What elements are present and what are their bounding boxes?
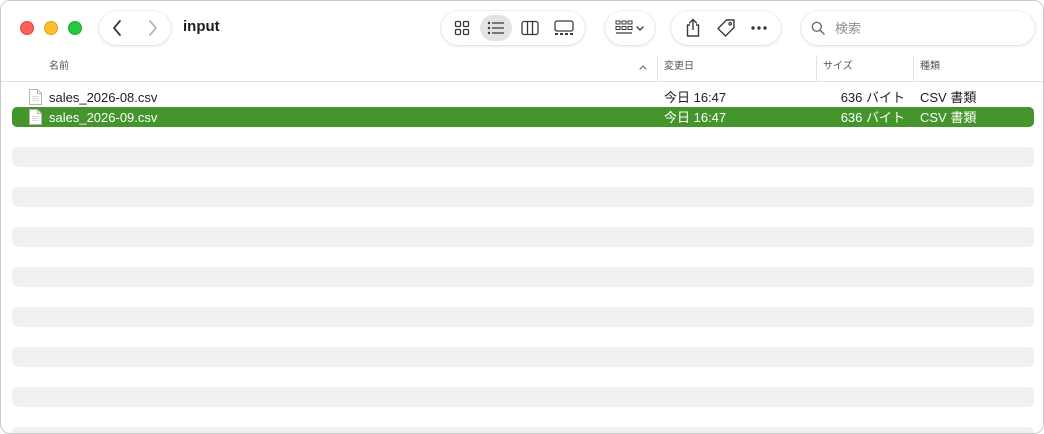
column-name-header[interactable]: 名前	[49, 55, 649, 81]
empty-row-stripe	[12, 427, 1034, 433]
empty-row-stripe	[12, 347, 1034, 367]
search-icon	[811, 20, 827, 36]
file-size: 636 バイト	[840, 110, 905, 125]
file-row[interactable]: sales_2026-08.csv 今日 16:47 636 バイト CSV 書…	[12, 87, 1034, 107]
file-name: sales_2026-08.csv	[49, 90, 158, 105]
icon-view-button[interactable]	[446, 15, 478, 41]
chevron-up-icon[interactable]	[638, 62, 648, 72]
list-icon	[487, 21, 504, 35]
window-title: input	[183, 18, 220, 35]
forward-button[interactable]	[135, 11, 171, 45]
more-button[interactable]	[744, 14, 774, 42]
share-button[interactable]	[678, 14, 708, 42]
actions-group	[671, 11, 781, 45]
gallery-view-button[interactable]	[548, 15, 580, 41]
minimize-button[interactable]	[44, 21, 58, 35]
column-date-header[interactable]: 変更日	[657, 55, 815, 81]
navigation-group	[99, 11, 171, 45]
group-by-menu[interactable]	[605, 11, 655, 45]
grid-icon	[454, 20, 470, 36]
document-icon	[29, 89, 42, 105]
file-size: 636 バイト	[840, 90, 905, 105]
view-mode-group	[441, 11, 585, 45]
chevron-right-icon	[149, 20, 157, 36]
zoom-button[interactable]	[68, 21, 82, 35]
finder-window: input 検索 名前 変更日 サイズ 種類 sales_2026-08.csv…	[0, 0, 1044, 434]
column-header: 名前 変更日 サイズ 種類	[1, 55, 1043, 82]
document-icon	[29, 109, 42, 125]
file-kind: CSV 書類	[920, 90, 977, 105]
column-view-button[interactable]	[514, 15, 546, 41]
gallery-icon	[554, 20, 574, 35]
close-button[interactable]	[20, 21, 34, 35]
tag-icon	[717, 19, 735, 37]
file-date: 今日 16:47	[664, 90, 727, 105]
empty-row-stripe	[12, 147, 1034, 167]
search-field[interactable]	[801, 11, 1035, 45]
file-row-selected[interactable]: sales_2026-09.csv 今日 16:47 636 バイト CSV 書…	[12, 107, 1034, 127]
column-size-header[interactable]: サイズ	[816, 55, 912, 81]
toolbar: input	[1, 1, 1043, 55]
column-kind-header[interactable]: 種類	[913, 55, 1043, 81]
tag-button[interactable]	[711, 14, 741, 42]
empty-row-stripe	[12, 187, 1034, 207]
file-date: 今日 16:47	[664, 110, 727, 125]
empty-row-stripe	[12, 227, 1034, 247]
share-icon	[687, 18, 700, 37]
list-view-button[interactable]	[480, 15, 512, 41]
chevron-left-icon	[113, 20, 121, 36]
back-button[interactable]	[99, 11, 135, 45]
search-input[interactable]	[833, 19, 1027, 37]
empty-row-stripe	[12, 267, 1034, 287]
group-icon	[615, 20, 644, 34]
empty-row-stripe	[12, 307, 1034, 327]
file-kind: CSV 書類	[920, 110, 977, 125]
file-name: sales_2026-09.csv	[49, 110, 158, 125]
empty-row-stripe	[12, 387, 1034, 407]
ellipsis-icon	[750, 26, 767, 30]
columns-icon	[521, 20, 539, 36]
